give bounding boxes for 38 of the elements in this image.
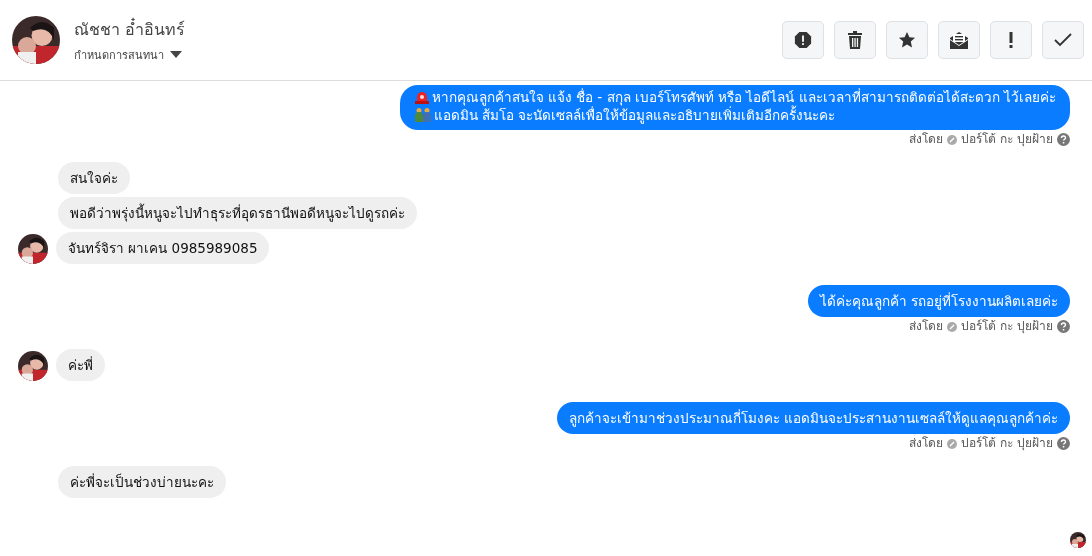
message-bubble: จันทร์จิรา ผาเคน 0985989085 xyxy=(56,232,270,264)
message-text: หากคุณลูกค้าสนใจ แจ้ง ชื่อ - สกุล เบอร์โทรศัพท์ หรือ ไอดีไลน์ และเวลาที่สามารถติดต่อได้สะดวก ไว้เลยค่ะ xyxy=(431,88,1056,106)
help-icon[interactable] xyxy=(1057,320,1070,333)
sent-by-label: ส่งโดย xyxy=(909,436,944,451)
alert-icon xyxy=(794,31,812,49)
message-bubble: ค่ะพี่ xyxy=(56,349,105,381)
delete-button[interactable] xyxy=(834,21,876,59)
help-icon[interactable] xyxy=(1057,133,1070,146)
blocked-icon xyxy=(947,134,958,145)
trash-icon xyxy=(847,31,863,49)
contact-name: ณัชชา อ๋ำอินทร์ xyxy=(74,17,187,41)
mail-icon xyxy=(949,31,969,49)
report-button[interactable] xyxy=(782,21,824,59)
help-icon[interactable] xyxy=(1057,437,1070,450)
sent-by-label: ส่งโดย xyxy=(909,132,944,147)
blocked-icon xyxy=(947,321,958,332)
message-bubble: สนใจค่ะ xyxy=(58,162,130,194)
mark-unread-button[interactable] xyxy=(938,21,980,59)
exclamation-icon xyxy=(1009,32,1013,48)
message-bubble: ค่ะพี่จะเป็นช่วงบ่ายนะคะ xyxy=(58,466,226,498)
people-icon xyxy=(413,107,432,123)
sender-name: ปอร์โต้ กะ ปุยฝ้าย xyxy=(961,319,1053,334)
message-bubble: ได้ค่ะคุณลูกค้า รถอยู่ที่โรงงานผลิตเลยค่ะ xyxy=(807,285,1070,317)
check-icon xyxy=(1054,33,1072,47)
blocked-icon xyxy=(947,438,958,449)
star-icon xyxy=(898,31,916,49)
done-button[interactable] xyxy=(1042,21,1084,59)
sent-by-label: ส่งโดย xyxy=(909,319,944,334)
message-bubble: พอดีว่าพรุ่งนี้หนูจะไปทำธุระที่อุดรธานีพอดีหนูจะไปดูรถค่ะ xyxy=(58,197,417,229)
caret-icon xyxy=(170,51,182,58)
important-button[interactable] xyxy=(990,21,1032,59)
alarm-icon xyxy=(413,89,430,105)
sender-name: ปอร์โต้ กะ ปุยฝ้าย xyxy=(961,436,1053,451)
message-bubble: ลูกค้าจะเข้ามาช่วงประมาณกี่โมงคะ แอดมินจะประสานงานเซลล์ให้ดูแลคุณลูกค้าค่ะ xyxy=(556,402,1070,434)
message-text: แอดมิน ส้มโอ จะนัดเซลล์เพื่อให้ข้อมูลและอธิบายเพิ่มเติมอีกครั้งนะคะ xyxy=(433,106,836,124)
favorite-button[interactable] xyxy=(886,21,928,59)
conversation-menu[interactable]: กำหนดการสนทนา xyxy=(74,45,768,64)
sender-name: ปอร์โต้ กะ ปุยฝ้าย xyxy=(961,132,1053,147)
